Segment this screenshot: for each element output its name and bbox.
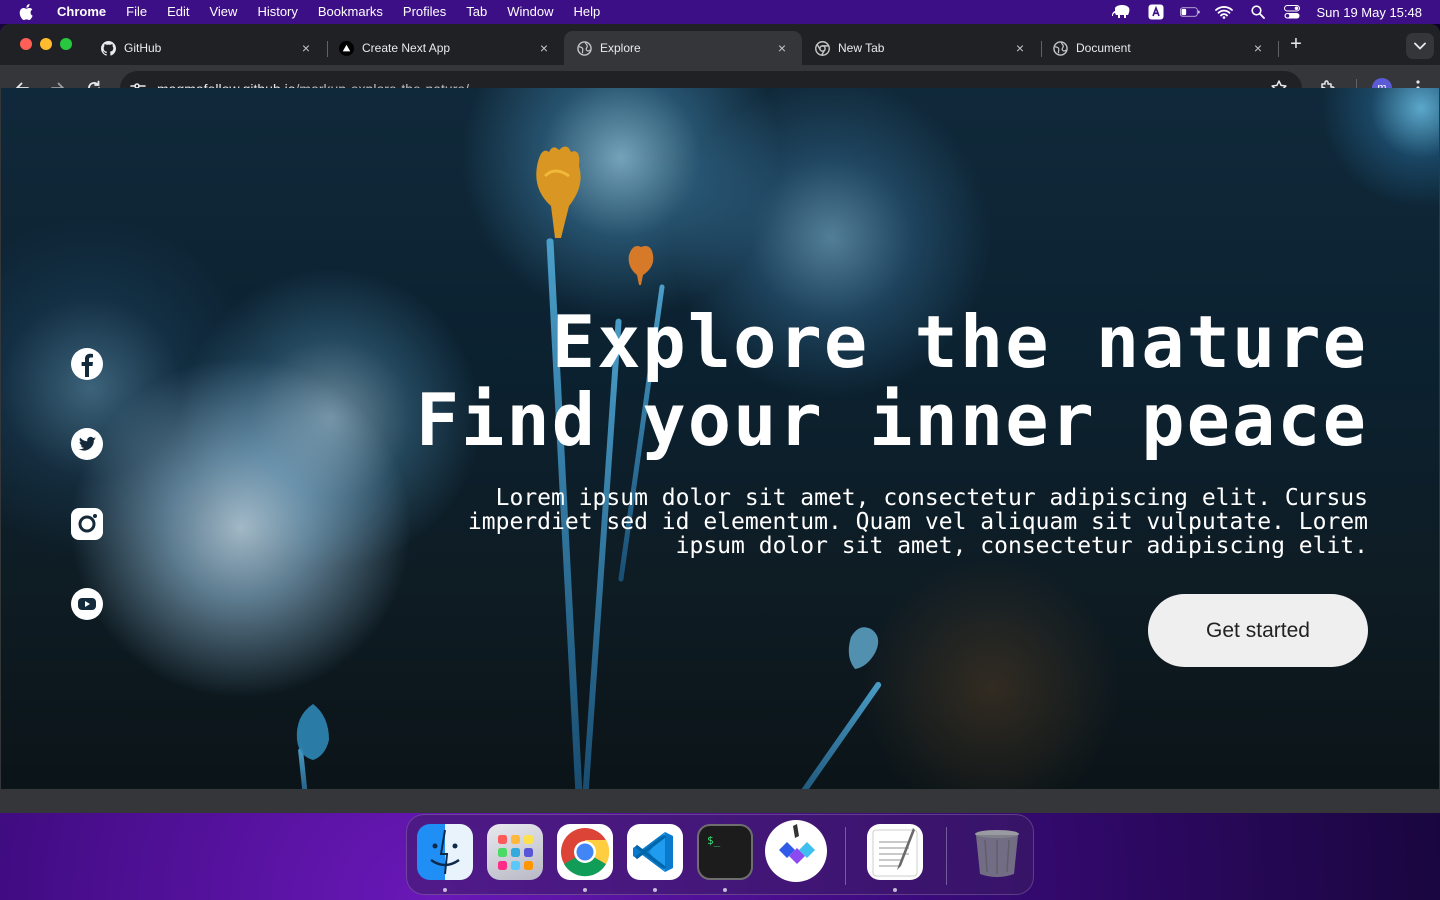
tab-title: Document bbox=[1076, 41, 1131, 55]
youtube-link[interactable] bbox=[70, 587, 104, 621]
spotlight-search-icon[interactable] bbox=[1248, 4, 1268, 20]
facebook-link[interactable] bbox=[70, 347, 104, 381]
dock: $_ bbox=[406, 814, 1034, 895]
menu-help[interactable]: Help bbox=[564, 0, 611, 24]
nextjs-triangle-icon bbox=[338, 40, 354, 56]
apple-logo-icon[interactable] bbox=[19, 4, 35, 20]
globe-icon bbox=[576, 40, 592, 56]
minimize-window-button[interactable] bbox=[40, 38, 52, 50]
zoom-window-button[interactable] bbox=[60, 38, 72, 50]
menu-history[interactable]: History bbox=[247, 0, 307, 24]
chrome-app-icon[interactable] bbox=[557, 824, 613, 880]
hero-description: Lorem ipsum dolor sit amet, consectetur … bbox=[467, 485, 1368, 559]
menu-view[interactable]: View bbox=[199, 0, 247, 24]
tab-title: New Tab bbox=[838, 41, 885, 55]
hero-title-line-1: Explore the nature bbox=[551, 300, 1368, 384]
wifi-icon[interactable] bbox=[1214, 4, 1234, 20]
battery-icon[interactable] bbox=[1180, 4, 1201, 20]
tab-title: Create Next App bbox=[362, 41, 451, 55]
flower-stem bbox=[785, 680, 883, 789]
tab-document[interactable]: Document × bbox=[1040, 31, 1278, 65]
vscode-app-icon[interactable] bbox=[627, 824, 683, 880]
new-tab-button[interactable]: + bbox=[1286, 34, 1306, 55]
tab-separator bbox=[1278, 41, 1279, 57]
tab-new-tab[interactable]: New Tab × bbox=[802, 31, 1040, 65]
instagram-link[interactable] bbox=[70, 507, 104, 541]
window-controls bbox=[20, 38, 72, 50]
wunderbucket-app-icon[interactable] bbox=[765, 820, 827, 882]
menu-bar: Chrome File Edit View History Bookmarks … bbox=[0, 0, 1440, 24]
svg-text:$_: $_ bbox=[707, 834, 721, 847]
menu-bookmarks[interactable]: Bookmarks bbox=[308, 0, 393, 24]
menu-window[interactable]: Window bbox=[497, 0, 563, 24]
youtube-icon bbox=[71, 588, 103, 620]
menu-file[interactable]: File bbox=[116, 0, 157, 24]
tab-title: Explore bbox=[600, 41, 641, 55]
close-window-button[interactable] bbox=[20, 38, 32, 50]
tab-search-button[interactable] bbox=[1406, 33, 1434, 59]
trash-app-icon[interactable] bbox=[969, 824, 1025, 880]
launchpad-app-icon[interactable] bbox=[487, 824, 543, 880]
tab-strip: GitHub × Create Next App × Explore × New… bbox=[0, 24, 1440, 65]
yellow-flower-icon bbox=[536, 146, 581, 238]
menu-bar-clock[interactable]: Sun 19 May 15:48 bbox=[1316, 5, 1422, 20]
tab-close-button[interactable]: × bbox=[1012, 40, 1028, 56]
get-started-button[interactable]: Get started bbox=[1148, 594, 1368, 667]
facebook-icon bbox=[71, 348, 103, 380]
dock-separator bbox=[845, 827, 846, 885]
textedit-app-icon[interactable] bbox=[867, 824, 923, 880]
control-center-icon[interactable] bbox=[1282, 4, 1302, 20]
running-indicator bbox=[723, 888, 727, 892]
twitter-link[interactable] bbox=[70, 427, 104, 461]
github-icon bbox=[100, 40, 116, 56]
tab-close-button[interactable]: × bbox=[298, 40, 314, 56]
dock-separator bbox=[946, 827, 947, 885]
tab-github[interactable]: GitHub × bbox=[88, 31, 326, 65]
running-indicator bbox=[443, 888, 447, 892]
menu-app-name[interactable]: Chrome bbox=[47, 0, 116, 24]
tab-explore[interactable]: Explore × bbox=[564, 31, 802, 65]
running-indicator bbox=[583, 888, 587, 892]
globe-icon bbox=[1052, 40, 1068, 56]
blue-bud-icon bbox=[848, 627, 879, 669]
blue-bud-icon bbox=[296, 704, 329, 760]
twitter-icon bbox=[71, 428, 103, 460]
page-hero: Explore the nature Find your inner peace… bbox=[1, 88, 1439, 789]
tab-close-button[interactable]: × bbox=[774, 40, 790, 56]
menu-profiles[interactable]: Profiles bbox=[393, 0, 456, 24]
running-indicator bbox=[653, 888, 657, 892]
chevron-down-icon bbox=[1414, 42, 1426, 50]
menu-edit[interactable]: Edit bbox=[157, 0, 199, 24]
chrome-icon bbox=[814, 40, 830, 56]
terminal-app-icon[interactable]: $_ bbox=[697, 824, 753, 880]
running-indicator bbox=[893, 888, 897, 892]
hero-title: Explore the nature Find your inner peace bbox=[416, 303, 1368, 459]
menu-tab[interactable]: Tab bbox=[456, 0, 497, 24]
keyboard-input-a-icon[interactable] bbox=[1146, 4, 1166, 20]
tab-title: GitHub bbox=[124, 41, 162, 55]
tab-close-button[interactable]: × bbox=[1250, 40, 1266, 56]
instagram-icon bbox=[71, 508, 103, 540]
orange-bud-icon bbox=[628, 246, 654, 285]
finder-app-icon[interactable] bbox=[417, 824, 473, 880]
elephant-icon[interactable] bbox=[1112, 4, 1132, 20]
hero-title-line-2: Find your inner peace bbox=[415, 378, 1368, 462]
tab-create-next-app[interactable]: Create Next App × bbox=[326, 31, 564, 65]
tab-close-button[interactable]: × bbox=[536, 40, 552, 56]
